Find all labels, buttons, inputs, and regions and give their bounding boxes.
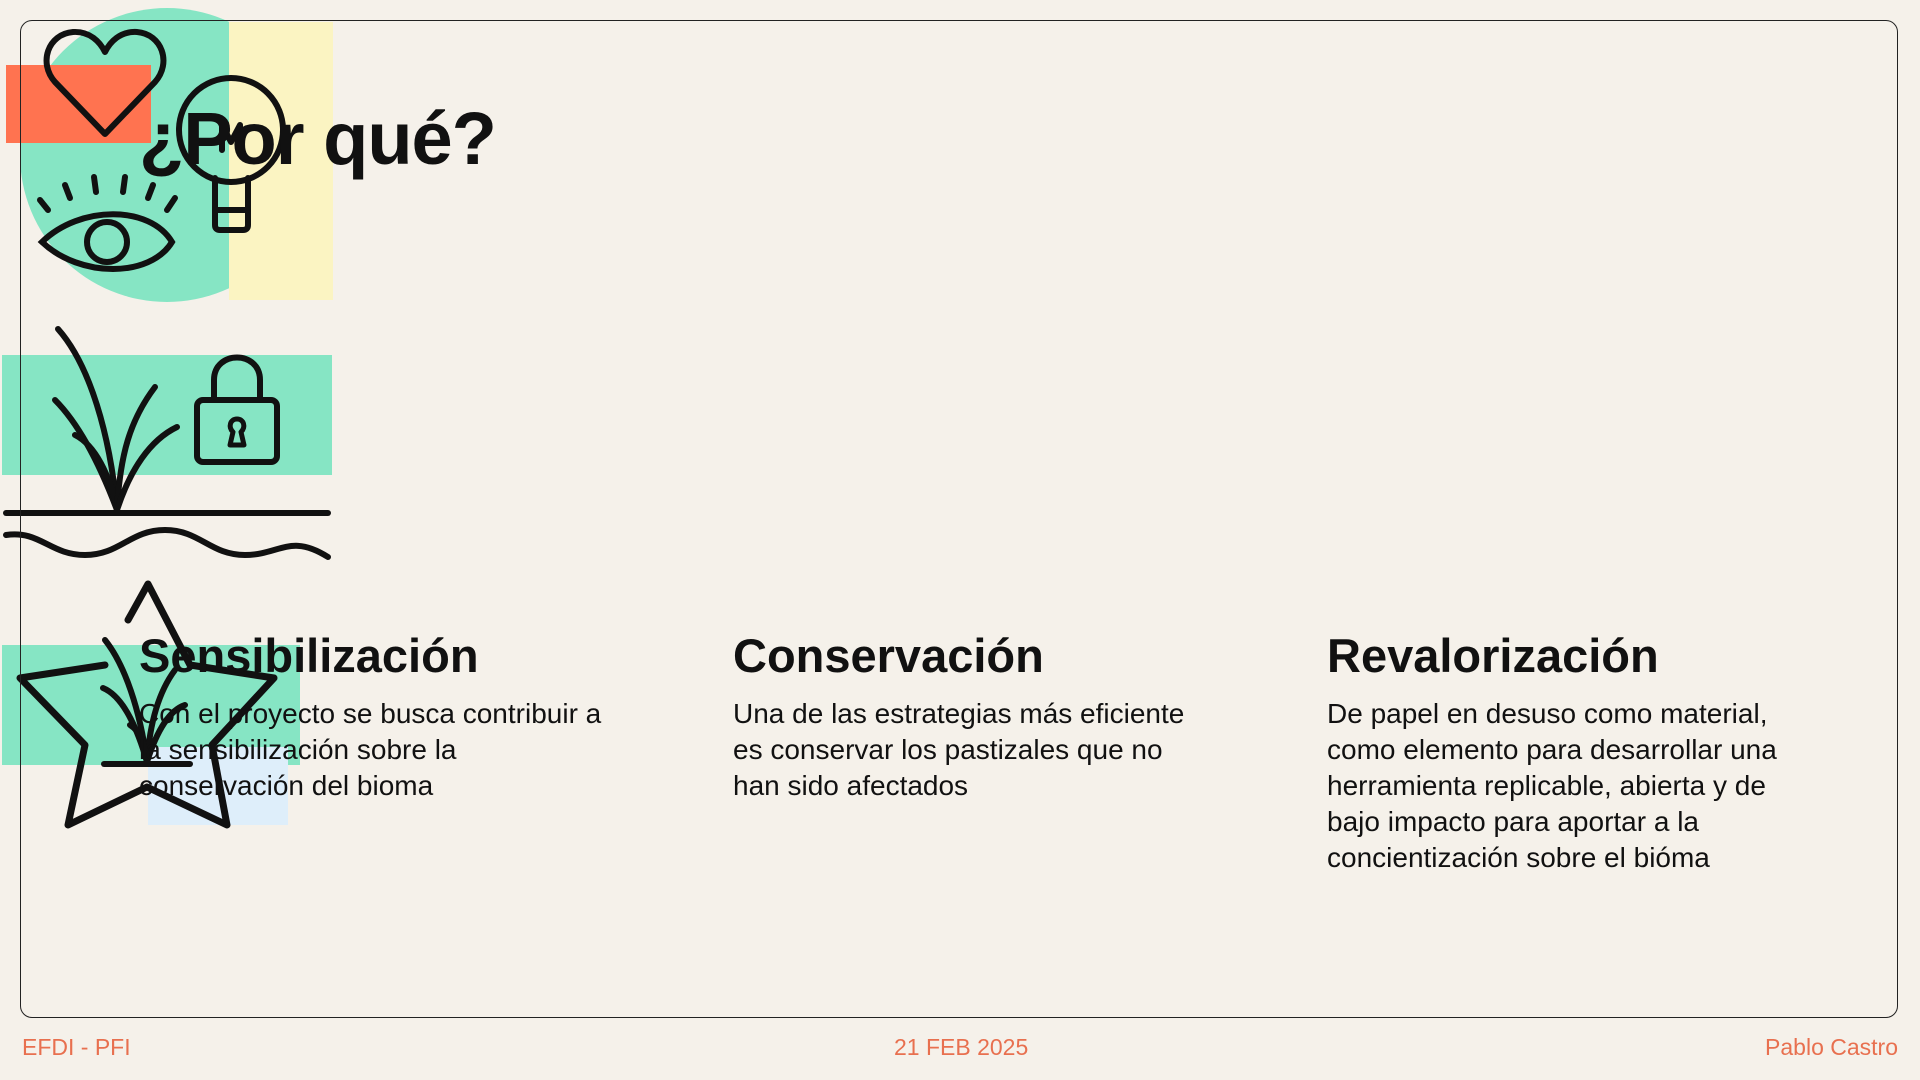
footer-author: Pablo Castro bbox=[1765, 1034, 1898, 1060]
column-heading-conservacion: Conservación bbox=[733, 629, 1044, 682]
column-text-sensibilizacion: Con el proyecto se busca contribuir a la… bbox=[139, 698, 602, 801]
footer-date: 21 FEB 2025 bbox=[894, 1034, 1029, 1060]
column-heading-revalorizacion: Revalorización bbox=[1327, 629, 1659, 682]
slide-title: ¿Por qué? bbox=[139, 97, 497, 180]
column-heading-sensibilizacion: Sensibilización bbox=[139, 629, 479, 682]
column-text-conservacion: Una de las estrategias más eficiente es … bbox=[733, 698, 1185, 801]
footer-left: EFDI - PFI bbox=[22, 1034, 131, 1060]
column-text-revalorizacion: De papel en desuso como material, como e… bbox=[1327, 698, 1777, 873]
